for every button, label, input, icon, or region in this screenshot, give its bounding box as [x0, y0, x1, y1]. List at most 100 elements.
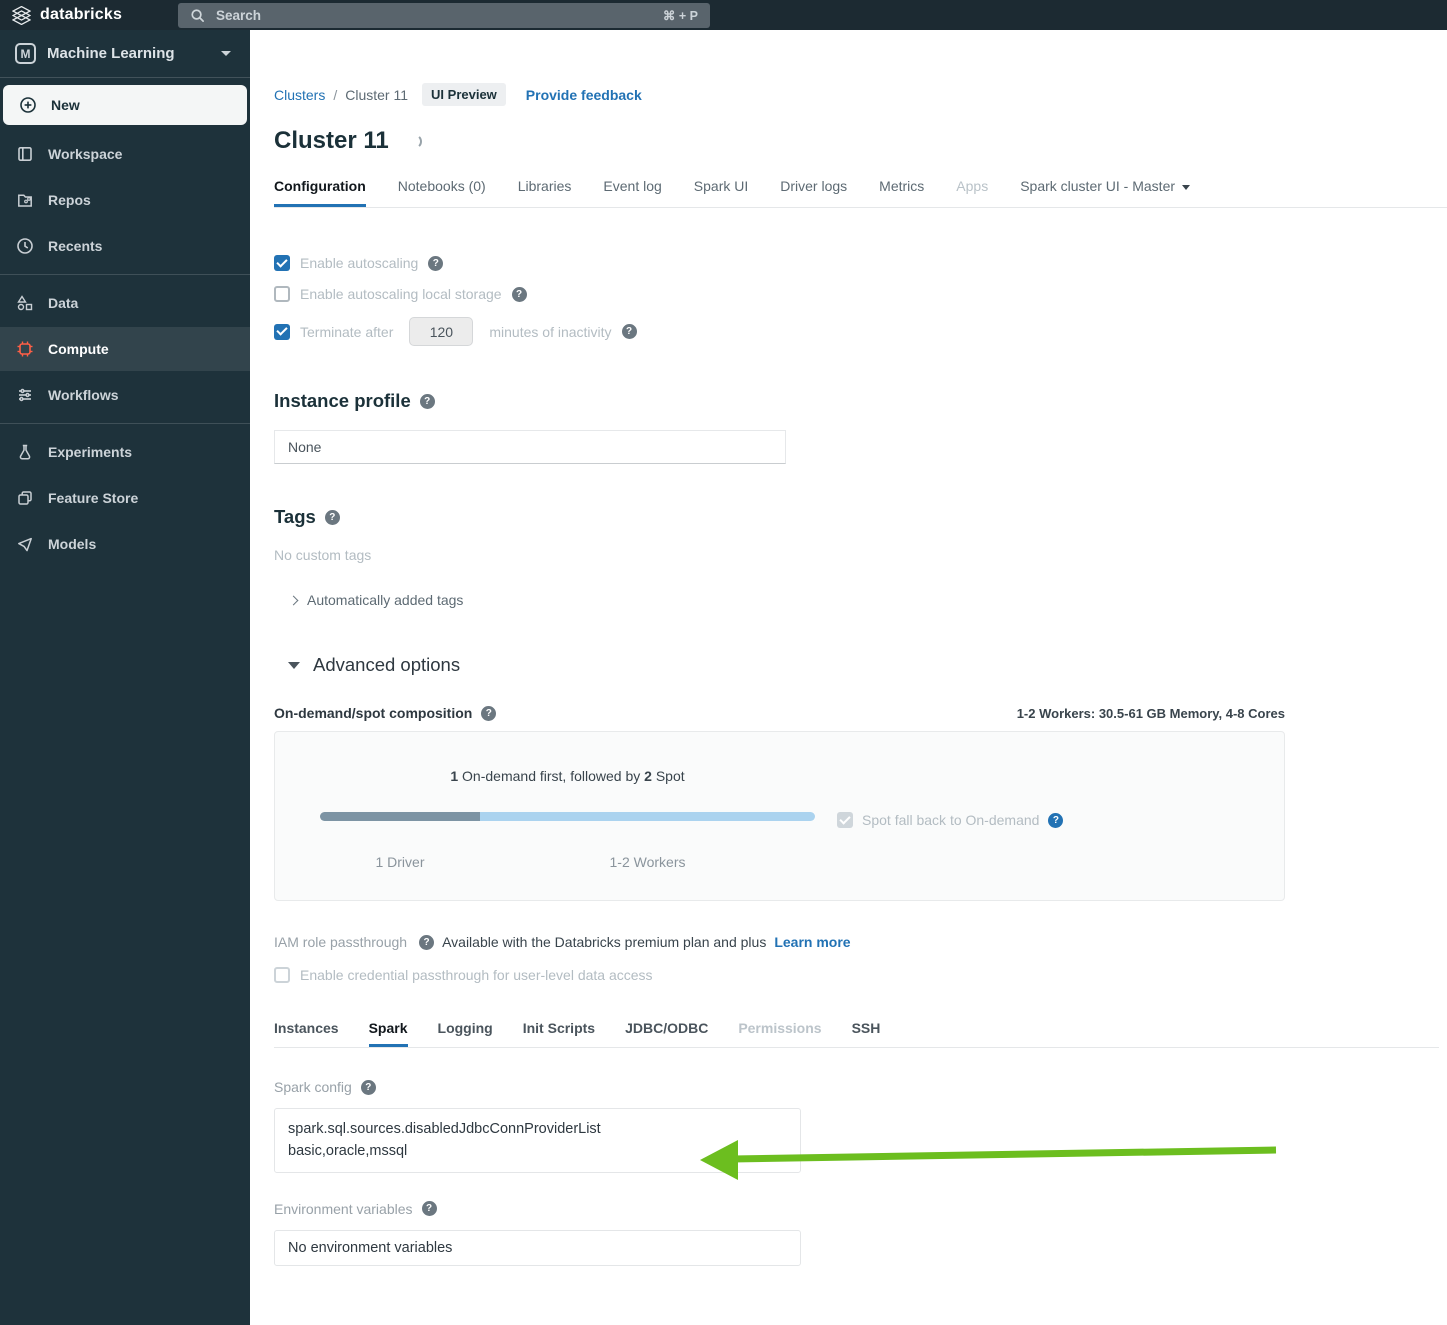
- environment-variables-label-row: Environment variables: [274, 1201, 1447, 1217]
- spark-config-label: Spark config: [274, 1079, 352, 1095]
- autoscaling-local-storage-checkbox[interactable]: [274, 286, 290, 302]
- repos-icon: [15, 191, 35, 209]
- spark-config-label-row: Spark config: [274, 1079, 1447, 1095]
- iam-premium-note: Available with the Databricks premium pl…: [442, 934, 767, 950]
- tab-event-log[interactable]: Event log: [603, 178, 661, 207]
- sidebar-item-workflows[interactable]: Workflows: [0, 373, 250, 417]
- terminate-after-checkbox[interactable]: [274, 323, 290, 340]
- workflows-icon: [15, 386, 35, 404]
- spot-slider-group: 1 On-demand first, followed by 2 Spot 1 …: [320, 768, 815, 870]
- tab-spark-cluster-ui-label: Spark cluster UI - Master: [1020, 178, 1176, 194]
- databricks-logo-icon: [12, 5, 31, 25]
- automatically-added-tags-label: Automatically added tags: [307, 592, 464, 608]
- breadcrumb-clusters-link[interactable]: Clusters: [274, 87, 325, 103]
- spot-composition-panel: 1 On-demand first, followed by 2 Spot 1 …: [274, 731, 1285, 901]
- tab-apps: Apps: [956, 178, 989, 194]
- provide-feedback-link[interactable]: Provide feedback: [526, 87, 642, 103]
- workers-summary: 1-2 Workers: 30.5-61 GB Memory, 4-8 Core…: [1016, 705, 1285, 721]
- clock-icon: [15, 237, 35, 255]
- databricks-app: databricks ⌘ + P M Machine Learning New: [0, 0, 1447, 1325]
- sidebar-item-feature-store[interactable]: Feature Store: [0, 476, 250, 520]
- spot-fallback-label: Spot fall back to On-demand: [862, 812, 1040, 828]
- help-icon[interactable]: [419, 393, 435, 409]
- terminate-minutes-input[interactable]: [409, 317, 474, 346]
- subtab-spark[interactable]: Spark: [368, 1020, 408, 1047]
- tags-heading-row: Tags: [274, 506, 1447, 528]
- driver-label: 1 Driver: [375, 854, 425, 870]
- search-icon: [191, 8, 204, 22]
- advanced-options-toggle[interactable]: Advanced options: [288, 654, 1447, 676]
- environment-variables-textarea[interactable]: No environment variables: [274, 1229, 801, 1266]
- sidebar-item-label: Recents: [48, 238, 103, 254]
- title-row: Cluster 11: [274, 127, 1447, 155]
- sidebar-item-new[interactable]: New: [3, 85, 247, 125]
- sidebar-item-label: Workspace: [48, 146, 123, 162]
- learn-more-link[interactable]: Learn more: [774, 934, 850, 950]
- tags-heading: Tags: [274, 506, 316, 527]
- subtab-logging[interactable]: Logging: [438, 1020, 493, 1047]
- tab-notebooks[interactable]: Notebooks (0): [398, 178, 486, 207]
- top-bar: databricks ⌘ + P: [0, 0, 1447, 30]
- subtab-ssh[interactable]: SSH: [852, 1020, 881, 1047]
- spot-composition-slider[interactable]: [320, 812, 815, 821]
- spot-composition-label-row: On-demand/spot composition: [274, 705, 497, 721]
- sidebar-item-repos[interactable]: Repos: [0, 178, 250, 222]
- spot-composition-row: On-demand/spot composition 1-2 Workers: …: [274, 705, 1285, 721]
- spark-config-textarea[interactable]: spark.sql.sources.disabledJdbcConnProvid…: [274, 1108, 801, 1173]
- spot-title-end: Spot: [655, 768, 685, 784]
- help-icon[interactable]: [419, 934, 435, 950]
- tab-configuration[interactable]: Configuration: [274, 178, 366, 207]
- automatically-added-tags-toggle[interactable]: Automatically added tags: [288, 592, 1447, 608]
- workspace-icon: [15, 145, 35, 163]
- help-icon[interactable]: [481, 705, 497, 721]
- databricks-logo[interactable]: databricks: [0, 5, 178, 25]
- persona-switcher[interactable]: M Machine Learning: [0, 30, 250, 78]
- ui-preview-badge: UI Preview: [422, 83, 506, 106]
- sidebar-item-workspace[interactable]: Workspace: [0, 132, 250, 176]
- chevron-down-icon: [1182, 184, 1191, 190]
- spot-slider-title: 1 On-demand first, followed by 2 Spot: [320, 768, 815, 784]
- tab-libraries[interactable]: Libraries: [518, 178, 572, 207]
- help-icon[interactable]: [421, 1201, 437, 1217]
- compute-icon: [15, 340, 35, 358]
- terminate-after-suffix: minutes of inactivity: [489, 323, 612, 340]
- instance-profile-select[interactable]: None: [274, 430, 786, 464]
- help-icon[interactable]: [511, 286, 527, 302]
- subtab-init-scripts[interactable]: Init Scripts: [523, 1020, 595, 1047]
- help-icon[interactable]: [360, 1079, 376, 1095]
- credential-passthrough-label: Enable credential passthrough for user-l…: [300, 967, 653, 983]
- sidebar-item-models[interactable]: Models: [0, 522, 250, 566]
- subtab-jdbc-odbc[interactable]: JDBC/ODBC: [625, 1020, 708, 1047]
- autoscaling-local-storage-row: Enable autoscaling local storage: [274, 286, 1447, 302]
- sidebar-item-label: Models: [48, 536, 97, 552]
- enable-autoscaling-label: Enable autoscaling: [300, 255, 419, 271]
- terminate-after-row: Terminate after minutes of inactivity: [274, 317, 1447, 346]
- credential-passthrough-row: Enable credential passthrough for user-l…: [274, 967, 1447, 983]
- credential-passthrough-checkbox[interactable]: [274, 967, 290, 983]
- breadcrumb-separator: /: [333, 86, 338, 103]
- tab-driver-logs[interactable]: Driver logs: [780, 178, 847, 207]
- search-input[interactable]: [214, 6, 654, 24]
- iam-role-row: IAM role passthrough Available with the …: [274, 934, 1447, 950]
- sidebar-item-experiments[interactable]: Experiments: [0, 430, 250, 474]
- spot-composition-label: On-demand/spot composition: [274, 705, 473, 721]
- tab-metrics[interactable]: Metrics: [879, 178, 924, 207]
- ondemand-count: 1: [450, 768, 459, 784]
- help-icon[interactable]: [428, 255, 444, 271]
- tab-spark-ui[interactable]: Spark UI: [694, 178, 748, 207]
- sidebar-item-compute[interactable]: Compute: [0, 327, 250, 371]
- tab-spark-cluster-ui[interactable]: Spark cluster UI - Master: [1020, 178, 1191, 207]
- cluster-tabs: Configuration Notebooks (0) Libraries Ev…: [274, 178, 1447, 208]
- help-icon[interactable]: [621, 324, 637, 339]
- sidebar: M Machine Learning New Workspace Repos R…: [0, 30, 250, 1325]
- subtab-instances[interactable]: Instances: [274, 1020, 339, 1047]
- sidebar-item-data[interactable]: Data: [0, 281, 250, 325]
- spot-fallback-row: Spot fall back to On-demand: [837, 812, 1064, 828]
- global-search[interactable]: ⌘ + P: [178, 2, 710, 28]
- help-icon[interactable]: [1048, 812, 1064, 828]
- iam-role-label: IAM role passthrough: [274, 934, 408, 950]
- sidebar-item-recents[interactable]: Recents: [0, 224, 250, 268]
- spot-fallback-checkbox[interactable]: [837, 812, 853, 828]
- enable-autoscaling-checkbox[interactable]: [274, 255, 290, 271]
- help-icon[interactable]: [324, 509, 340, 525]
